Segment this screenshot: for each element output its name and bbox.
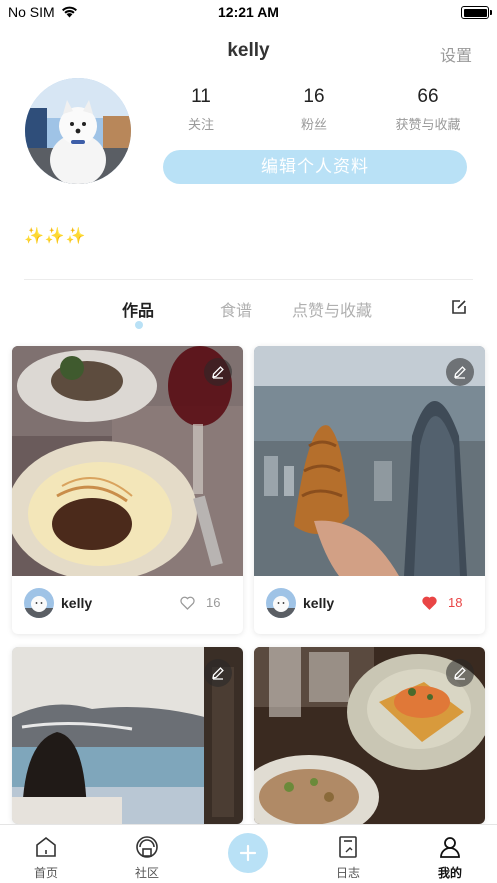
- tab-journal[interactable]: 日志: [313, 825, 383, 883]
- divider: [24, 279, 473, 280]
- tab-community[interactable]: 社区: [112, 825, 182, 883]
- edit-post-button[interactable]: [446, 358, 474, 386]
- edit-profile-button[interactable]: 编辑个人资料: [163, 150, 467, 184]
- tab-label: 社区: [134, 866, 159, 880]
- avatar[interactable]: [266, 588, 296, 618]
- home-icon: [36, 836, 56, 857]
- post-username[interactable]: kelly: [61, 595, 92, 611]
- create-post-button[interactable]: [228, 833, 268, 873]
- status-bar: No SIM 12:21 AM: [0, 0, 497, 26]
- avatar[interactable]: [24, 588, 54, 618]
- post-card[interactable]: [254, 647, 485, 824]
- edit-post-button[interactable]: [204, 659, 232, 687]
- user-icon: [440, 837, 460, 858]
- active-tab-indicator: [135, 321, 143, 329]
- status-time: 12:21 AM: [218, 4, 279, 20]
- stat-value: 11: [191, 86, 211, 107]
- pencil-icon: [212, 667, 224, 680]
- plus-icon: [239, 844, 257, 862]
- tab-label: 首页: [33, 866, 58, 880]
- profile-avatar[interactable]: [25, 78, 131, 184]
- post-card[interactable]: kelly 18: [254, 346, 485, 634]
- stat-value: 66: [417, 86, 439, 107]
- croissant-city-view-photo: [254, 346, 485, 576]
- like-count: 18: [448, 595, 463, 610]
- like-count: 16: [206, 595, 221, 610]
- tab-home[interactable]: 首页: [11, 825, 81, 883]
- post-card[interactable]: [12, 647, 243, 824]
- window-lagoon-view-photo: [12, 647, 243, 824]
- stat-label: 粉丝: [300, 117, 327, 132]
- battery-fill: [463, 8, 487, 17]
- battery-icon: [461, 6, 492, 19]
- stat-likes-and-saves[interactable]: 66 获赞与收藏: [373, 86, 483, 133]
- edit-post-button[interactable]: [446, 659, 474, 687]
- pencil-icon: [212, 366, 224, 379]
- settings-button[interactable]: 设置: [440, 42, 472, 66]
- tab-label: 日志: [335, 866, 360, 880]
- pencil-icon: [454, 366, 466, 379]
- waffle-brunch-photo: [254, 647, 485, 824]
- stat-label: 获赞与收藏: [395, 117, 461, 132]
- heart-outline-icon[interactable]: [180, 596, 195, 610]
- stat-following[interactable]: 11 关注: [146, 86, 256, 133]
- tab-label: 我的: [437, 866, 462, 880]
- community-icon: [136, 836, 158, 858]
- stat-value: 16: [303, 86, 325, 107]
- stat-label: 关注: [187, 117, 214, 132]
- edit-post-button[interactable]: [204, 358, 232, 386]
- steak-dinner-photo: [12, 346, 243, 576]
- post-card[interactable]: kelly 16: [12, 346, 243, 634]
- tab-likes-and-saves[interactable]: 点赞与收藏: [292, 297, 372, 321]
- post-username[interactable]: kelly: [303, 595, 334, 611]
- page-title: kelly: [227, 40, 270, 61]
- heart-filled-icon[interactable]: [422, 596, 437, 610]
- journal-icon: [339, 836, 357, 858]
- dog-avatar-photo: [25, 78, 131, 184]
- pencil-icon: [454, 667, 466, 680]
- post-card-footer: kelly 18: [254, 576, 485, 634]
- stat-followers[interactable]: 16 粉丝: [259, 86, 369, 133]
- profile-bio: ✨✨✨: [24, 228, 87, 245]
- tab-me[interactable]: 我的: [415, 825, 485, 883]
- tab-works[interactable]: 作品: [122, 297, 154, 321]
- compose-icon[interactable]: [451, 299, 467, 315]
- post-card-footer: kelly 16: [12, 576, 243, 634]
- tab-recipes[interactable]: 食谱: [220, 297, 252, 321]
